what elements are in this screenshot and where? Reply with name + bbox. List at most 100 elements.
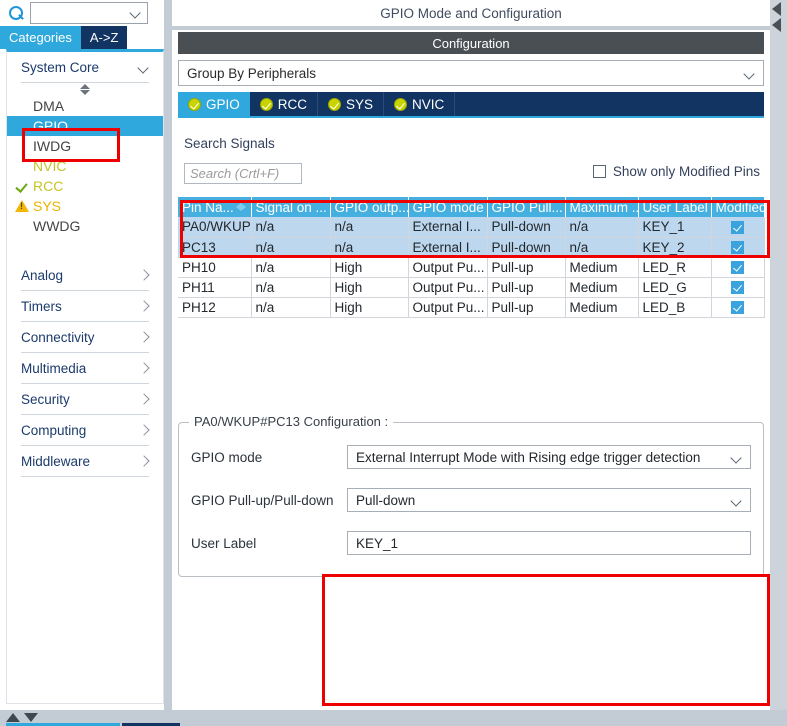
status-icon-none [15, 159, 29, 173]
tab-nvic[interactable]: NVIC [384, 92, 456, 116]
tab-label: NVIC [412, 96, 445, 112]
cell-pull: Pull-up [487, 277, 566, 298]
cell-pull: Pull-down [487, 217, 566, 238]
divider [21, 476, 149, 477]
triangle-down-icon[interactable] [24, 713, 38, 722]
table-row[interactable]: PH11 n/a High Output Pu... Pull-up Mediu… [178, 277, 765, 298]
col-pin-name[interactable]: Pin Na... [178, 197, 252, 217]
gpio-pull-select[interactable]: Pull-down [347, 488, 751, 512]
col-label: Modified [715, 199, 764, 215]
gpio-mode-value: External Interrupt Mode with Rising edge… [356, 449, 701, 465]
check-icon [15, 179, 29, 193]
table-row[interactable]: PC13 n/a n/a External I... Pull-down n/a… [178, 237, 765, 258]
tree-item-label: WWDG [33, 218, 81, 234]
gpio-pull-value: Pull-down [356, 492, 416, 508]
chevron-right-icon [139, 270, 149, 280]
cell-label: KEY_2 [638, 237, 712, 258]
sidebar-tabs: Categories A->Z [0, 26, 170, 49]
checkbox-checked-icon [731, 301, 744, 315]
tab-a-to-z[interactable]: A->Z [80, 26, 128, 49]
sidebar-item-multimedia[interactable]: Multimedia [7, 353, 163, 383]
tree-group-system-core[interactable]: System Core [7, 52, 163, 82]
field-label: GPIO Pull-up/Pull-down [191, 492, 334, 508]
vertical-scrollbar[interactable] [773, 36, 784, 706]
collapse-panel-button[interactable] [772, 0, 785, 34]
panel-splitter[interactable] [164, 0, 172, 710]
bottom-scroll-arrows[interactable] [6, 713, 38, 722]
tree-item-label: RCC [33, 178, 64, 194]
cell-modified[interactable] [711, 277, 765, 298]
sidebar-item-connectivity[interactable]: Connectivity [7, 322, 163, 352]
tree-item-gpio[interactable]: GPIO [7, 116, 163, 136]
group-by-select[interactable]: Group By Peripherals [178, 60, 764, 86]
search-input[interactable] [30, 2, 148, 24]
cell-signal: n/a [251, 297, 331, 318]
user-label-input[interactable]: KEY_1 [347, 531, 751, 555]
table-row[interactable]: PH10 n/a High Output Pu... Pull-up Mediu… [178, 257, 765, 278]
cell-modified[interactable] [711, 257, 765, 278]
triangle-left-icon [772, 2, 781, 16]
col-modified[interactable]: Modified [711, 197, 765, 217]
cell-pin: PH10 [178, 257, 252, 278]
col-gpio-mode[interactable]: GPIO mode [408, 197, 488, 217]
signal-search-input[interactable]: Search (Crtl+F) [184, 163, 302, 184]
field-label: GPIO mode [191, 449, 263, 465]
tab-label: GPIO [206, 96, 240, 112]
tree-item-nvic[interactable]: NVIC [7, 156, 163, 176]
chevron-down-icon [745, 70, 755, 76]
field-user-label: User Label KEY_1 [179, 529, 763, 557]
cell-output: High [330, 277, 409, 298]
page-title: GPIO Mode and Configuration [172, 0, 770, 26]
cell-label: LED_B [638, 297, 712, 318]
cell-speed: Medium [565, 277, 639, 298]
cell-mode: External I... [408, 237, 488, 258]
table-row[interactable]: PH12 n/a High Output Pu... Pull-up Mediu… [178, 297, 765, 318]
sidebar-item-middleware[interactable]: Middleware [7, 446, 163, 476]
tab-rcc[interactable]: RCC [250, 92, 319, 116]
sidebar-item-analog[interactable]: Analog [7, 260, 163, 290]
tab-label: SYS [346, 96, 374, 112]
table-header-row: Pin Na... Signal on ... GPIO outp... GPI… [178, 197, 765, 217]
chevron-right-icon [139, 394, 149, 404]
cell-pull: Pull-up [487, 257, 566, 278]
sidebar-item-timers[interactable]: Timers [7, 291, 163, 321]
cell-speed: Medium [565, 297, 639, 318]
search-icon [8, 5, 24, 21]
checkbox-checked-icon [731, 221, 744, 235]
col-label: Signal on ... [255, 199, 327, 215]
cell-modified[interactable] [711, 297, 765, 318]
tree-item-wwdg[interactable]: WWDG [7, 216, 163, 236]
tree-item-rcc[interactable]: RCC [7, 176, 163, 196]
col-gpio-output[interactable]: GPIO outp... [330, 197, 409, 217]
chevron-down-icon [139, 64, 149, 70]
status-icon-none [15, 219, 29, 233]
cell-modified[interactable] [711, 237, 765, 258]
chevron-down-icon [131, 9, 141, 15]
col-user-label[interactable]: User Label [638, 197, 712, 217]
table-row[interactable]: PA0/WKUP n/a n/a External I... Pull-down… [178, 217, 765, 238]
col-label: GPIO outp... [334, 199, 408, 215]
cell-modified[interactable] [711, 217, 765, 238]
col-gpio-pull[interactable]: GPIO Pull... [487, 197, 566, 217]
sidebar-item-label: Connectivity [21, 329, 95, 345]
tab-gpio[interactable]: GPIO [178, 92, 250, 116]
status-icon-none [15, 119, 29, 133]
gpio-mode-select[interactable]: External Interrupt Mode with Rising edge… [347, 445, 751, 469]
cell-mode: Output Pu... [408, 297, 488, 318]
tree-item-sys[interactable]: SYS [7, 196, 163, 216]
triangle-up-icon[interactable] [6, 713, 20, 722]
tree-item-dma[interactable]: DMA [7, 96, 163, 116]
tab-sys[interactable]: SYS [318, 92, 385, 116]
cell-label: LED_R [638, 257, 712, 278]
tab-label: RCC [277, 96, 308, 112]
show-modified-pins-checkbox[interactable]: Show only Modified Pins [592, 164, 760, 179]
sidebar-search-row [0, 0, 170, 26]
tree-scroll-indicator[interactable] [7, 83, 163, 96]
tab-categories[interactable]: Categories [0, 26, 81, 49]
tree-item-iwdg[interactable]: IWDG [7, 136, 163, 156]
col-maximum-speed[interactable]: Maximum ... [565, 197, 639, 217]
sidebar-item-computing[interactable]: Computing [7, 415, 163, 445]
col-signal-on[interactable]: Signal on ... [251, 197, 331, 217]
status-icon-none [15, 99, 29, 113]
sidebar-item-security[interactable]: Security [7, 384, 163, 414]
